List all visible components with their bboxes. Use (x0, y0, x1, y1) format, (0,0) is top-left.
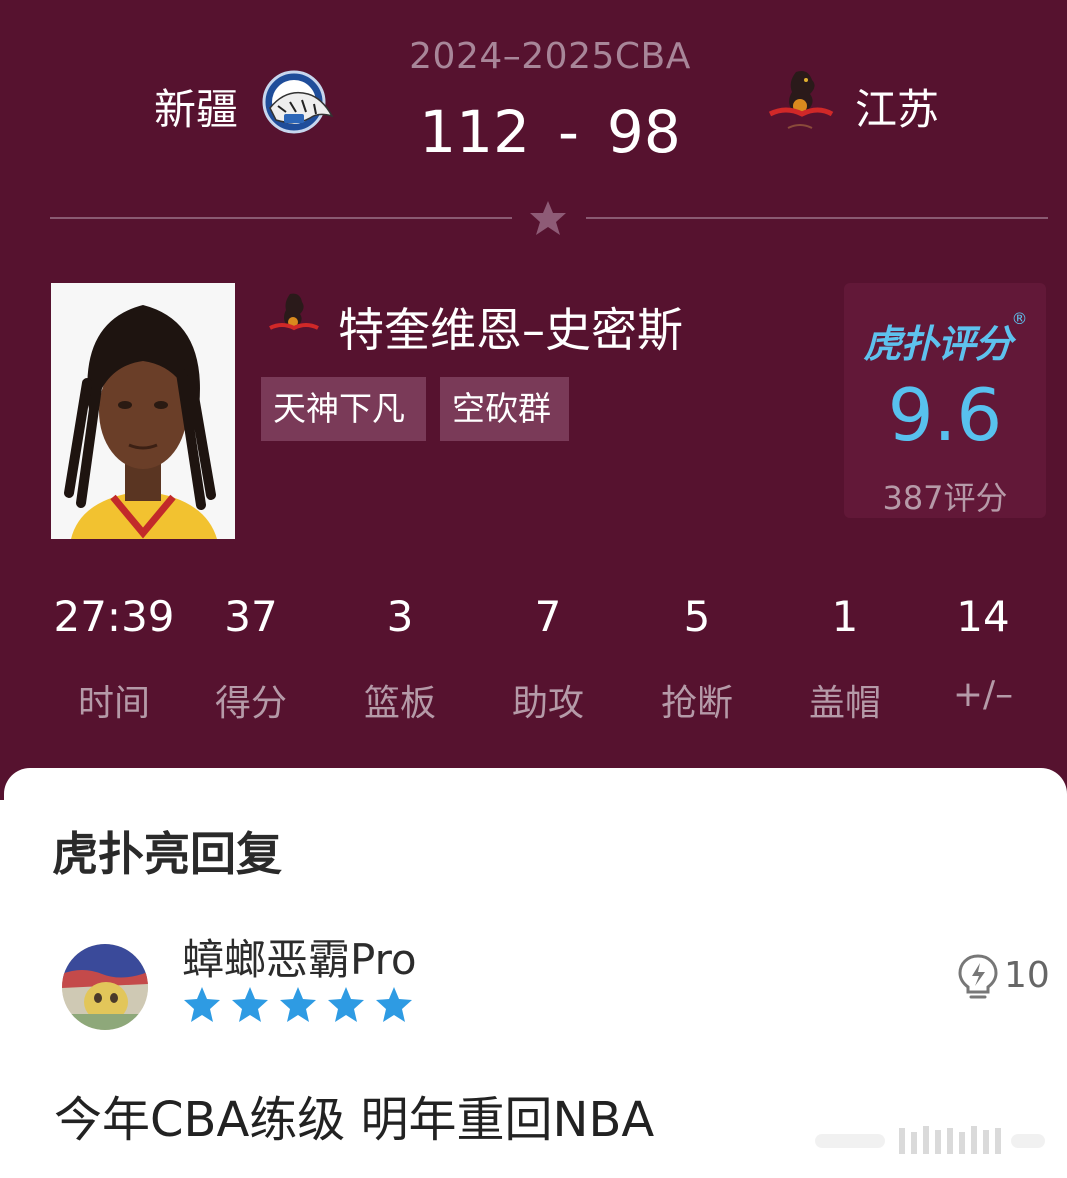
player-tag[interactable]: 空砍群 (440, 377, 569, 441)
star-icon (530, 201, 566, 235)
stat-value-points: 37 (224, 592, 278, 641)
stat-label-plus-minus: +/– (952, 674, 1014, 715)
stat-label-time: 时间 (77, 683, 150, 724)
star-rating (182, 985, 414, 1029)
divider-line-left (50, 217, 512, 219)
final-score: 112-98 (300, 98, 800, 166)
lightbulb-icon[interactable] (956, 952, 1000, 1000)
rating-card[interactable]: 虎扑评分® 9.6 387评分 (844, 283, 1046, 518)
star-icon (280, 987, 316, 1022)
player-team-logo (269, 293, 319, 331)
star-icon (184, 987, 220, 1022)
star-icon (232, 987, 268, 1022)
stat-label-rebounds: 篮板 (363, 683, 436, 724)
reply-username[interactable]: 蟑螂恶霸Pro (182, 926, 417, 987)
player-name[interactable]: 特奎维恩–史密斯 (338, 294, 683, 360)
stat-label-points: 得分 (214, 683, 287, 724)
rating-brand-logo: 虎扑评分® (863, 309, 1027, 366)
like-count: 10 (1004, 955, 1050, 996)
stat-value-steals: 5 (683, 592, 711, 641)
score-separator: - (557, 98, 579, 166)
stat-label-blocks: 盖帽 (808, 683, 881, 724)
replies-title: 虎扑亮回复 (52, 827, 282, 881)
rating-score: 9.6 (887, 373, 1003, 457)
stat-label-assists: 助攻 (511, 683, 584, 724)
divider-line-right (586, 217, 1048, 219)
stat-value-plus-minus: 14 (956, 592, 1010, 641)
home-team-name[interactable]: 新疆 (154, 76, 238, 137)
rating-count: 387评分 (882, 479, 1008, 517)
season-label: 2024–2025CBA (409, 36, 691, 77)
avatar[interactable] (62, 944, 148, 1030)
stat-value-rebounds: 3 (386, 592, 414, 641)
stat-value-assists: 7 (534, 592, 562, 641)
reply-text: 今年CBA练级 明年重回NBA (54, 1092, 655, 1148)
away-team-logo[interactable] (766, 66, 836, 140)
stat-value-blocks: 1 (831, 592, 859, 641)
player-photo[interactable] (51, 283, 235, 539)
away-team-name[interactable]: 江苏 (855, 76, 939, 137)
star-icon (376, 987, 412, 1022)
away-score: 98 (606, 98, 681, 166)
watermark (815, 1126, 1045, 1154)
home-score: 112 (419, 98, 530, 166)
stat-value-time: 27:39 (53, 592, 175, 641)
star-icon (328, 987, 364, 1022)
stat-label-steals: 抢断 (660, 683, 733, 724)
player-tag[interactable]: 天神下凡 (261, 377, 426, 441)
